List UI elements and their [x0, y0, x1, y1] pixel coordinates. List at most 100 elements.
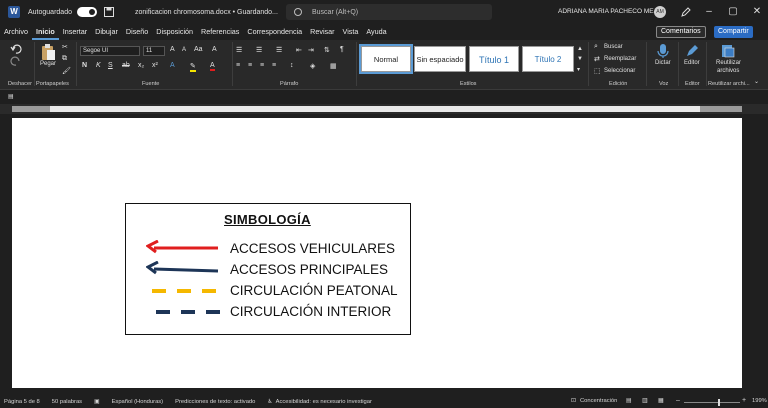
tab-disposicion[interactable]: Disposición [152, 24, 197, 40]
tab-referencias[interactable]: Referencias [197, 24, 243, 40]
tab-diseno[interactable]: Diseño [122, 24, 152, 40]
align-right-icon[interactable]: ≡ [260, 62, 264, 69]
styles-scroll-up-icon[interactable]: ▲ [577, 46, 583, 52]
highlight-icon[interactable]: ✎ [190, 62, 196, 72]
strikethrough-icon[interactable]: ab [122, 62, 130, 69]
comments-button[interactable]: Comentarios [656, 26, 706, 38]
ruler[interactable] [0, 104, 768, 114]
sort-icon[interactable]: ⇅ [324, 46, 330, 54]
select-icon[interactable]: ⬚ [594, 67, 601, 75]
change-case-icon[interactable]: Aa [194, 46, 203, 53]
web-layout-icon[interactable]: ▦ [658, 397, 664, 404]
line-spacing-icon[interactable]: ↕ [290, 62, 294, 69]
styles-more-icon[interactable]: ▾ [577, 66, 580, 73]
editor-icon[interactable] [684, 43, 700, 59]
increase-indent-icon[interactable]: ⇥ [308, 46, 314, 54]
underline-icon[interactable]: S [108, 62, 113, 69]
microphone-icon[interactable] [656, 43, 670, 59]
autosave-toggle[interactable] [76, 7, 97, 17]
copy-icon[interactable]: ⧉ [62, 55, 67, 63]
style-heading-2[interactable]: Título 2 [522, 46, 574, 72]
borders-icon[interactable]: ▦ [330, 62, 337, 70]
zoom-slider[interactable] [684, 399, 740, 406]
zoom-level[interactable]: 199% [752, 398, 767, 404]
redo-icon[interactable] [10, 56, 22, 66]
styles-scroll-down-icon[interactable]: ▼ [577, 56, 583, 62]
focus-mode[interactable]: Concentración [580, 398, 617, 404]
numbering-icon[interactable]: ☰ [256, 46, 262, 54]
multilevel-list-icon[interactable]: ☰ [276, 46, 282, 54]
tab-insertar[interactable]: Insertar [59, 24, 91, 40]
word-count[interactable]: 50 palabras [52, 399, 82, 405]
tab-correspondencia[interactable]: Correspondencia [243, 24, 306, 40]
accessibility-status[interactable]: Accesibilidad: es necesario investigar [276, 399, 372, 405]
read-mode-icon[interactable]: ▤ [626, 397, 632, 404]
find-button[interactable]: Buscar [604, 44, 623, 50]
paste-icon[interactable] [40, 43, 56, 61]
reuse-files-icon[interactable] [720, 43, 736, 59]
avatar[interactable]: AM [654, 6, 666, 18]
maximize-button[interactable]: ▢ [726, 5, 740, 19]
language-status[interactable]: Español (Honduras) [112, 399, 164, 405]
tab-revisar[interactable]: Revisar [306, 24, 338, 40]
select-button[interactable]: Seleccionar [604, 68, 635, 74]
style-normal[interactable]: Normal [359, 44, 413, 74]
style-heading-1[interactable]: Título 1 [469, 46, 519, 72]
pen-icon[interactable] [680, 6, 692, 18]
subscript-icon[interactable]: x₂ [138, 62, 144, 69]
shading-icon[interactable]: ◈ [310, 62, 315, 70]
tab-archivo[interactable]: Archivo [0, 24, 32, 40]
find-icon[interactable]: ⌕ [594, 43, 598, 51]
reuse-files-label-1[interactable]: Reutilizar [716, 60, 741, 66]
accessibility-icon[interactable]: ♿ [267, 399, 272, 405]
justify-icon[interactable]: ≡ [272, 62, 276, 69]
zoom-in-icon[interactable]: + [742, 397, 746, 404]
bullets-icon[interactable]: ☰ [236, 46, 242, 54]
tab-vista[interactable]: Vista [339, 24, 363, 40]
editor-button[interactable]: Editor [684, 60, 700, 66]
predictions-status[interactable]: Predicciones de texto: activado [175, 399, 255, 405]
font-name-select[interactable]: Segoe UI [80, 46, 140, 56]
ruler-right-margin[interactable] [700, 106, 742, 112]
share-button[interactable]: Compartir [714, 26, 753, 38]
undo-icon[interactable] [10, 44, 22, 54]
search-box[interactable]: Buscar (Alt+Q) [286, 4, 492, 20]
superscript-icon[interactable]: x² [152, 62, 158, 69]
shrink-font-icon[interactable]: A [182, 47, 186, 53]
page-count[interactable]: Página 5 de 8 [4, 399, 40, 405]
reuse-files-label-2[interactable]: archivos [717, 68, 739, 74]
text-effects-icon[interactable]: A [170, 62, 175, 69]
focus-icon[interactable]: ⊡ [571, 397, 576, 404]
zoom-out-icon[interactable]: – [676, 397, 680, 404]
proofing-icon[interactable]: ▣ [94, 399, 99, 405]
close-button[interactable]: ✕ [750, 5, 764, 19]
decrease-indent-icon[interactable]: ⇤ [296, 46, 302, 54]
style-no-spacing[interactable]: Sin espaciado [414, 46, 466, 72]
clear-format-icon[interactable]: A [212, 46, 217, 53]
replace-button[interactable]: Reemplazar [604, 56, 636, 62]
align-center-icon[interactable]: ≡ [248, 62, 252, 69]
user-name[interactable]: ADRIANA MARIA PACHECO MEJIA [558, 8, 663, 15]
format-painter-icon[interactable]: 🖌 [62, 67, 71, 75]
quick-access-icon[interactable]: ▤ [8, 93, 14, 100]
font-size-select[interactable]: 11 [143, 46, 165, 56]
tab-inicio[interactable]: Inicio [31, 24, 59, 40]
zoom-slider-thumb[interactable] [718, 399, 720, 406]
paste-button-label[interactable]: Pegar [40, 61, 56, 67]
ruler-left-margin[interactable] [12, 106, 50, 112]
cut-icon[interactable]: ✂ [62, 43, 68, 51]
tab-ayuda[interactable]: Ayuda [362, 24, 390, 40]
replace-icon[interactable]: ⇄ [594, 55, 600, 63]
ribbon-collapse-icon[interactable]: ⌄ [754, 78, 759, 85]
grow-font-icon[interactable]: A [170, 46, 175, 53]
tab-dibujar[interactable]: Dibujar [91, 24, 122, 40]
minimize-button[interactable]: – [702, 5, 716, 19]
bold-icon[interactable]: N [82, 62, 87, 69]
italic-icon[interactable]: K [96, 62, 101, 69]
save-icon[interactable] [103, 6, 115, 18]
font-color-icon[interactable]: A [210, 62, 215, 71]
align-left-icon[interactable]: ≡ [236, 62, 240, 69]
print-layout-icon[interactable]: ▥ [642, 397, 648, 404]
show-marks-icon[interactable]: ¶ [340, 46, 344, 53]
dictate-button[interactable]: Dictar [655, 60, 671, 66]
